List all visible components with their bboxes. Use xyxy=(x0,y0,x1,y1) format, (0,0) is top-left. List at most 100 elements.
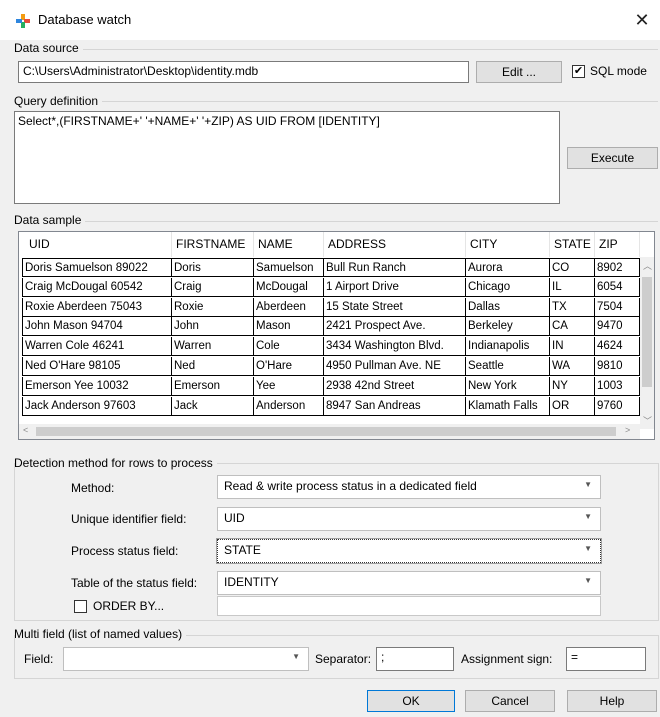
cell-state[interactable]: WA xyxy=(550,357,595,376)
column-header-zip[interactable]: ZIP xyxy=(595,232,640,257)
assignment-sign-input[interactable]: = xyxy=(566,647,646,671)
uid-field-select[interactable]: UID ▼ xyxy=(217,507,601,531)
cell-city[interactable]: Chicago xyxy=(466,277,550,297)
separator-input[interactable]: ; xyxy=(376,647,454,671)
cell-state[interactable]: IN xyxy=(550,337,595,357)
cell-firstname[interactable]: Craig xyxy=(172,277,254,297)
method-select[interactable]: Read & write process status in a dedicat… xyxy=(217,475,601,499)
cell-name[interactable]: Yee xyxy=(254,376,324,396)
cell-firstname[interactable]: Emerson xyxy=(172,376,254,396)
cell-firstname[interactable]: Doris xyxy=(172,258,254,277)
cell-name[interactable]: Samuelson xyxy=(254,258,324,277)
cell-address[interactable]: Bull Run Ranch xyxy=(324,258,466,277)
cell-zip[interactable]: 9810 xyxy=(595,357,640,376)
data-sample-grid[interactable]: UID FIRSTNAME NAME ADDRESS CITY STATE ZI… xyxy=(18,231,655,440)
order-by-input[interactable] xyxy=(217,596,601,616)
execute-button[interactable]: Execute xyxy=(567,147,658,169)
cell-name[interactable]: Cole xyxy=(254,337,324,357)
cell-firstname[interactable]: Jack xyxy=(172,396,254,416)
cell-uid[interactable]: Craig McDougal 60542 xyxy=(22,277,172,297)
cell-city[interactable]: Berkeley xyxy=(466,317,550,337)
table-row[interactable]: Doris Samuelson 89022 Doris Samuelson Bull … xyxy=(22,258,640,277)
cell-address[interactable]: 8947 San Andreas xyxy=(324,396,466,416)
close-button[interactable]: ✕ xyxy=(630,7,654,33)
column-header-firstname[interactable]: FIRSTNAME xyxy=(172,232,254,257)
horizontal-scrollbar[interactable]: < > xyxy=(19,424,640,439)
table-row[interactable]: Craig McDougal 60542 Craig McDougal 1 Airpo… xyxy=(22,277,640,297)
cell-name[interactable]: Mason xyxy=(254,317,324,337)
cell-state[interactable]: TX xyxy=(550,297,595,317)
cell-name[interactable]: O'Hare xyxy=(254,357,324,376)
cell-state[interactable]: OR xyxy=(550,396,595,416)
cell-name[interactable]: Aberdeen xyxy=(254,297,324,317)
column-header-state[interactable]: STATE xyxy=(550,232,595,257)
vertical-scroll-thumb[interactable] xyxy=(642,277,652,387)
data-source-path-input[interactable]: C:\Users\Administrator\Desktop\identity.… xyxy=(18,61,469,83)
cell-zip[interactable]: 1003 xyxy=(595,376,640,396)
cell-address[interactable]: 2938 42nd Street xyxy=(324,376,466,396)
cell-city[interactable]: Indianapolis xyxy=(466,337,550,357)
cell-uid[interactable]: Jack Anderson 97603 xyxy=(22,396,172,416)
cell-firstname[interactable]: Warren xyxy=(172,337,254,357)
edit-button[interactable]: Edit ... xyxy=(476,61,562,83)
cell-name[interactable]: McDougal xyxy=(254,277,324,297)
cell-city[interactable]: Seattle xyxy=(466,357,550,376)
cell-firstname[interactable]: John xyxy=(172,317,254,337)
cell-address[interactable]: 3434 Washington Blvd. xyxy=(324,337,466,357)
table-row[interactable]: Ned O'Hare 98105 Ned O'Hare 4950 Pullman Av… xyxy=(22,357,640,376)
cell-uid[interactable]: Ned O'Hare 98105 xyxy=(22,357,172,376)
cell-uid[interactable]: Doris Samuelson 89022 xyxy=(22,258,172,277)
method-label: Method: xyxy=(71,481,115,495)
table-row[interactable]: Roxie Aberdeen 75043 Roxie Aberdeen 15 Stat… xyxy=(22,297,640,317)
cell-address[interactable]: 1 Airport Drive xyxy=(324,277,466,297)
table-row[interactable]: John Mason 94704 John Mason 2421 Prospect A… xyxy=(22,317,640,337)
cell-zip[interactable]: 6054 xyxy=(595,277,640,297)
cell-zip[interactable]: 7504 xyxy=(595,297,640,317)
cell-state[interactable]: IL xyxy=(550,277,595,297)
horizontal-scroll-thumb[interactable] xyxy=(36,427,616,436)
order-by-checkbox[interactable] xyxy=(74,600,87,613)
cell-zip[interactable]: 9470 xyxy=(595,317,640,337)
process-status-select[interactable]: STATE ▼ xyxy=(216,538,602,564)
scroll-right-icon[interactable]: > xyxy=(625,425,630,435)
sql-mode-checkbox[interactable]: ✔ xyxy=(572,65,585,78)
cell-uid[interactable]: Roxie Aberdeen 75043 xyxy=(22,297,172,317)
cell-zip[interactable]: 9760 xyxy=(595,396,640,416)
scroll-left-icon[interactable]: < xyxy=(23,425,28,435)
cell-uid[interactable]: Warren Cole 46241 xyxy=(22,337,172,357)
column-header-address[interactable]: ADDRESS xyxy=(324,232,466,257)
cell-address[interactable]: 2421 Prospect Ave. xyxy=(324,317,466,337)
column-header-city[interactable]: CITY xyxy=(466,232,550,257)
uid-field-label: Unique identifier field: xyxy=(71,512,187,526)
cell-state[interactable]: CA xyxy=(550,317,595,337)
ok-button[interactable]: OK xyxy=(367,690,455,712)
scroll-up-icon[interactable]: ︿ xyxy=(643,259,652,272)
cell-name[interactable]: Anderson xyxy=(254,396,324,416)
cell-city[interactable]: New York xyxy=(466,376,550,396)
scroll-down-icon[interactable]: ﹀ xyxy=(643,414,652,427)
column-header-uid[interactable]: UID xyxy=(19,232,172,257)
cell-city[interactable]: Aurora xyxy=(466,258,550,277)
column-header-name[interactable]: NAME xyxy=(254,232,324,257)
help-button[interactable]: Help xyxy=(567,690,657,712)
query-text-area[interactable]: Select*,(FIRSTNAME+' '+NAME+' '+ZIP) AS … xyxy=(14,111,560,204)
cell-uid[interactable]: John Mason 94704 xyxy=(22,317,172,337)
cell-firstname[interactable]: Roxie xyxy=(172,297,254,317)
cell-firstname[interactable]: Ned xyxy=(172,357,254,376)
cell-state[interactable]: NY xyxy=(550,376,595,396)
cell-zip[interactable]: 8902 xyxy=(595,258,640,277)
table-row[interactable]: Emerson Yee 10032 Emerson Yee 2938 42nd Str… xyxy=(22,376,640,396)
cell-uid[interactable]: Emerson Yee 10032 xyxy=(22,376,172,396)
cell-zip[interactable]: 4624 xyxy=(595,337,640,357)
vertical-scrollbar[interactable]: ︿ ﹀ xyxy=(640,257,654,429)
cell-address[interactable]: 15 State Street xyxy=(324,297,466,317)
status-table-select[interactable]: IDENTITY ▼ xyxy=(217,571,601,595)
table-row[interactable]: Warren Cole 46241 Warren Cole 3434 Washingt… xyxy=(22,337,640,357)
cell-state[interactable]: CO xyxy=(550,258,595,277)
cell-address[interactable]: 4950 Pullman Ave. NE xyxy=(324,357,466,376)
table-row[interactable]: Jack Anderson 97603 Jack Anderson 8947 San … xyxy=(22,396,640,416)
cell-city[interactable]: Dallas xyxy=(466,297,550,317)
field-select[interactable]: ▼ xyxy=(63,647,309,671)
cell-city[interactable]: Klamath Falls xyxy=(466,396,550,416)
cancel-button[interactable]: Cancel xyxy=(465,690,555,712)
